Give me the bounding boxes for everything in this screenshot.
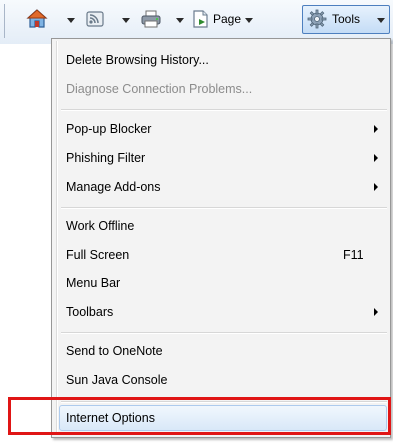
menu-item-label: Pop-up Blocker bbox=[66, 122, 152, 136]
menu-item-full-screen[interactable]: Full Screen F11 bbox=[59, 242, 387, 268]
menu-item-label: Menu Bar bbox=[66, 276, 121, 290]
feeds-button[interactable] bbox=[85, 6, 115, 34]
page-label[interactable]: Page bbox=[213, 12, 241, 26]
menu-item-work-offline[interactable]: Work Offline bbox=[59, 213, 387, 239]
print-icon bbox=[140, 9, 162, 32]
menu-item-menu-bar[interactable]: Menu Bar bbox=[59, 270, 387, 296]
menu-item-manage-add-ons[interactable]: Manage Add-ons bbox=[59, 174, 387, 200]
menu-separator-highlight bbox=[61, 110, 387, 111]
highlight-box bbox=[8, 397, 391, 435]
menu-item-toolbars[interactable]: Toolbars bbox=[59, 299, 387, 325]
menu-separator-highlight bbox=[61, 208, 387, 209]
menu-item-label: Delete Browsing History... bbox=[66, 53, 209, 67]
home-button[interactable] bbox=[26, 6, 64, 34]
menu-gutter-line-highlight bbox=[57, 41, 58, 435]
menu-item-shortcut: F11 bbox=[343, 248, 364, 262]
menu-item-diagnose-connection-problems: Diagnose Connection Problems... bbox=[59, 76, 387, 102]
submenu-arrow-icon bbox=[374, 183, 378, 191]
tools-dropdown-arrow[interactable] bbox=[377, 18, 385, 23]
menu-item-popup-blocker[interactable]: Pop-up Blocker bbox=[59, 116, 387, 142]
home-icon bbox=[26, 8, 48, 33]
print-dropdown-arrow[interactable] bbox=[176, 18, 184, 23]
home-dropdown-arrow[interactable] bbox=[67, 18, 75, 23]
menu-item-label: Phishing Filter bbox=[66, 151, 146, 165]
menu-item-label: Sun Java Console bbox=[66, 373, 168, 387]
submenu-arrow-icon bbox=[374, 125, 378, 133]
tools-menu: Delete Browsing History... Diagnose Conn… bbox=[51, 38, 391, 438]
tools-gear-icon bbox=[307, 9, 327, 32]
feeds-dropdown-arrow[interactable] bbox=[122, 18, 130, 23]
menu-item-label: Full Screen bbox=[66, 248, 130, 262]
tools-label[interactable]: Tools bbox=[332, 12, 360, 26]
print-button[interactable] bbox=[140, 6, 170, 34]
toolbar-separator bbox=[4, 4, 5, 38]
menu-item-label: Diagnose Connection Problems... bbox=[66, 82, 253, 96]
menu-item-delete-browsing-history[interactable]: Delete Browsing History... bbox=[59, 47, 387, 73]
menu-item-label: Send to OneNote bbox=[66, 344, 163, 358]
page-dropdown-arrow[interactable] bbox=[245, 18, 253, 23]
feeds-icon bbox=[85, 9, 105, 32]
menu-item-phishing-filter[interactable]: Phishing Filter bbox=[59, 145, 387, 171]
menu-item-send-to-onenote[interactable]: Send to OneNote bbox=[59, 338, 387, 364]
page-icon bbox=[192, 9, 210, 32]
menu-item-label: Manage Add-ons bbox=[66, 180, 161, 194]
menu-item-label: Work Offline bbox=[66, 219, 135, 233]
menu-item-sun-java-console[interactable]: Sun Java Console bbox=[59, 367, 387, 393]
submenu-arrow-icon bbox=[374, 154, 378, 162]
menu-item-label: Toolbars bbox=[66, 305, 114, 319]
menu-separator-highlight bbox=[61, 333, 387, 334]
submenu-arrow-icon bbox=[374, 308, 378, 316]
tools-gear-icon-wrap bbox=[307, 6, 329, 34]
